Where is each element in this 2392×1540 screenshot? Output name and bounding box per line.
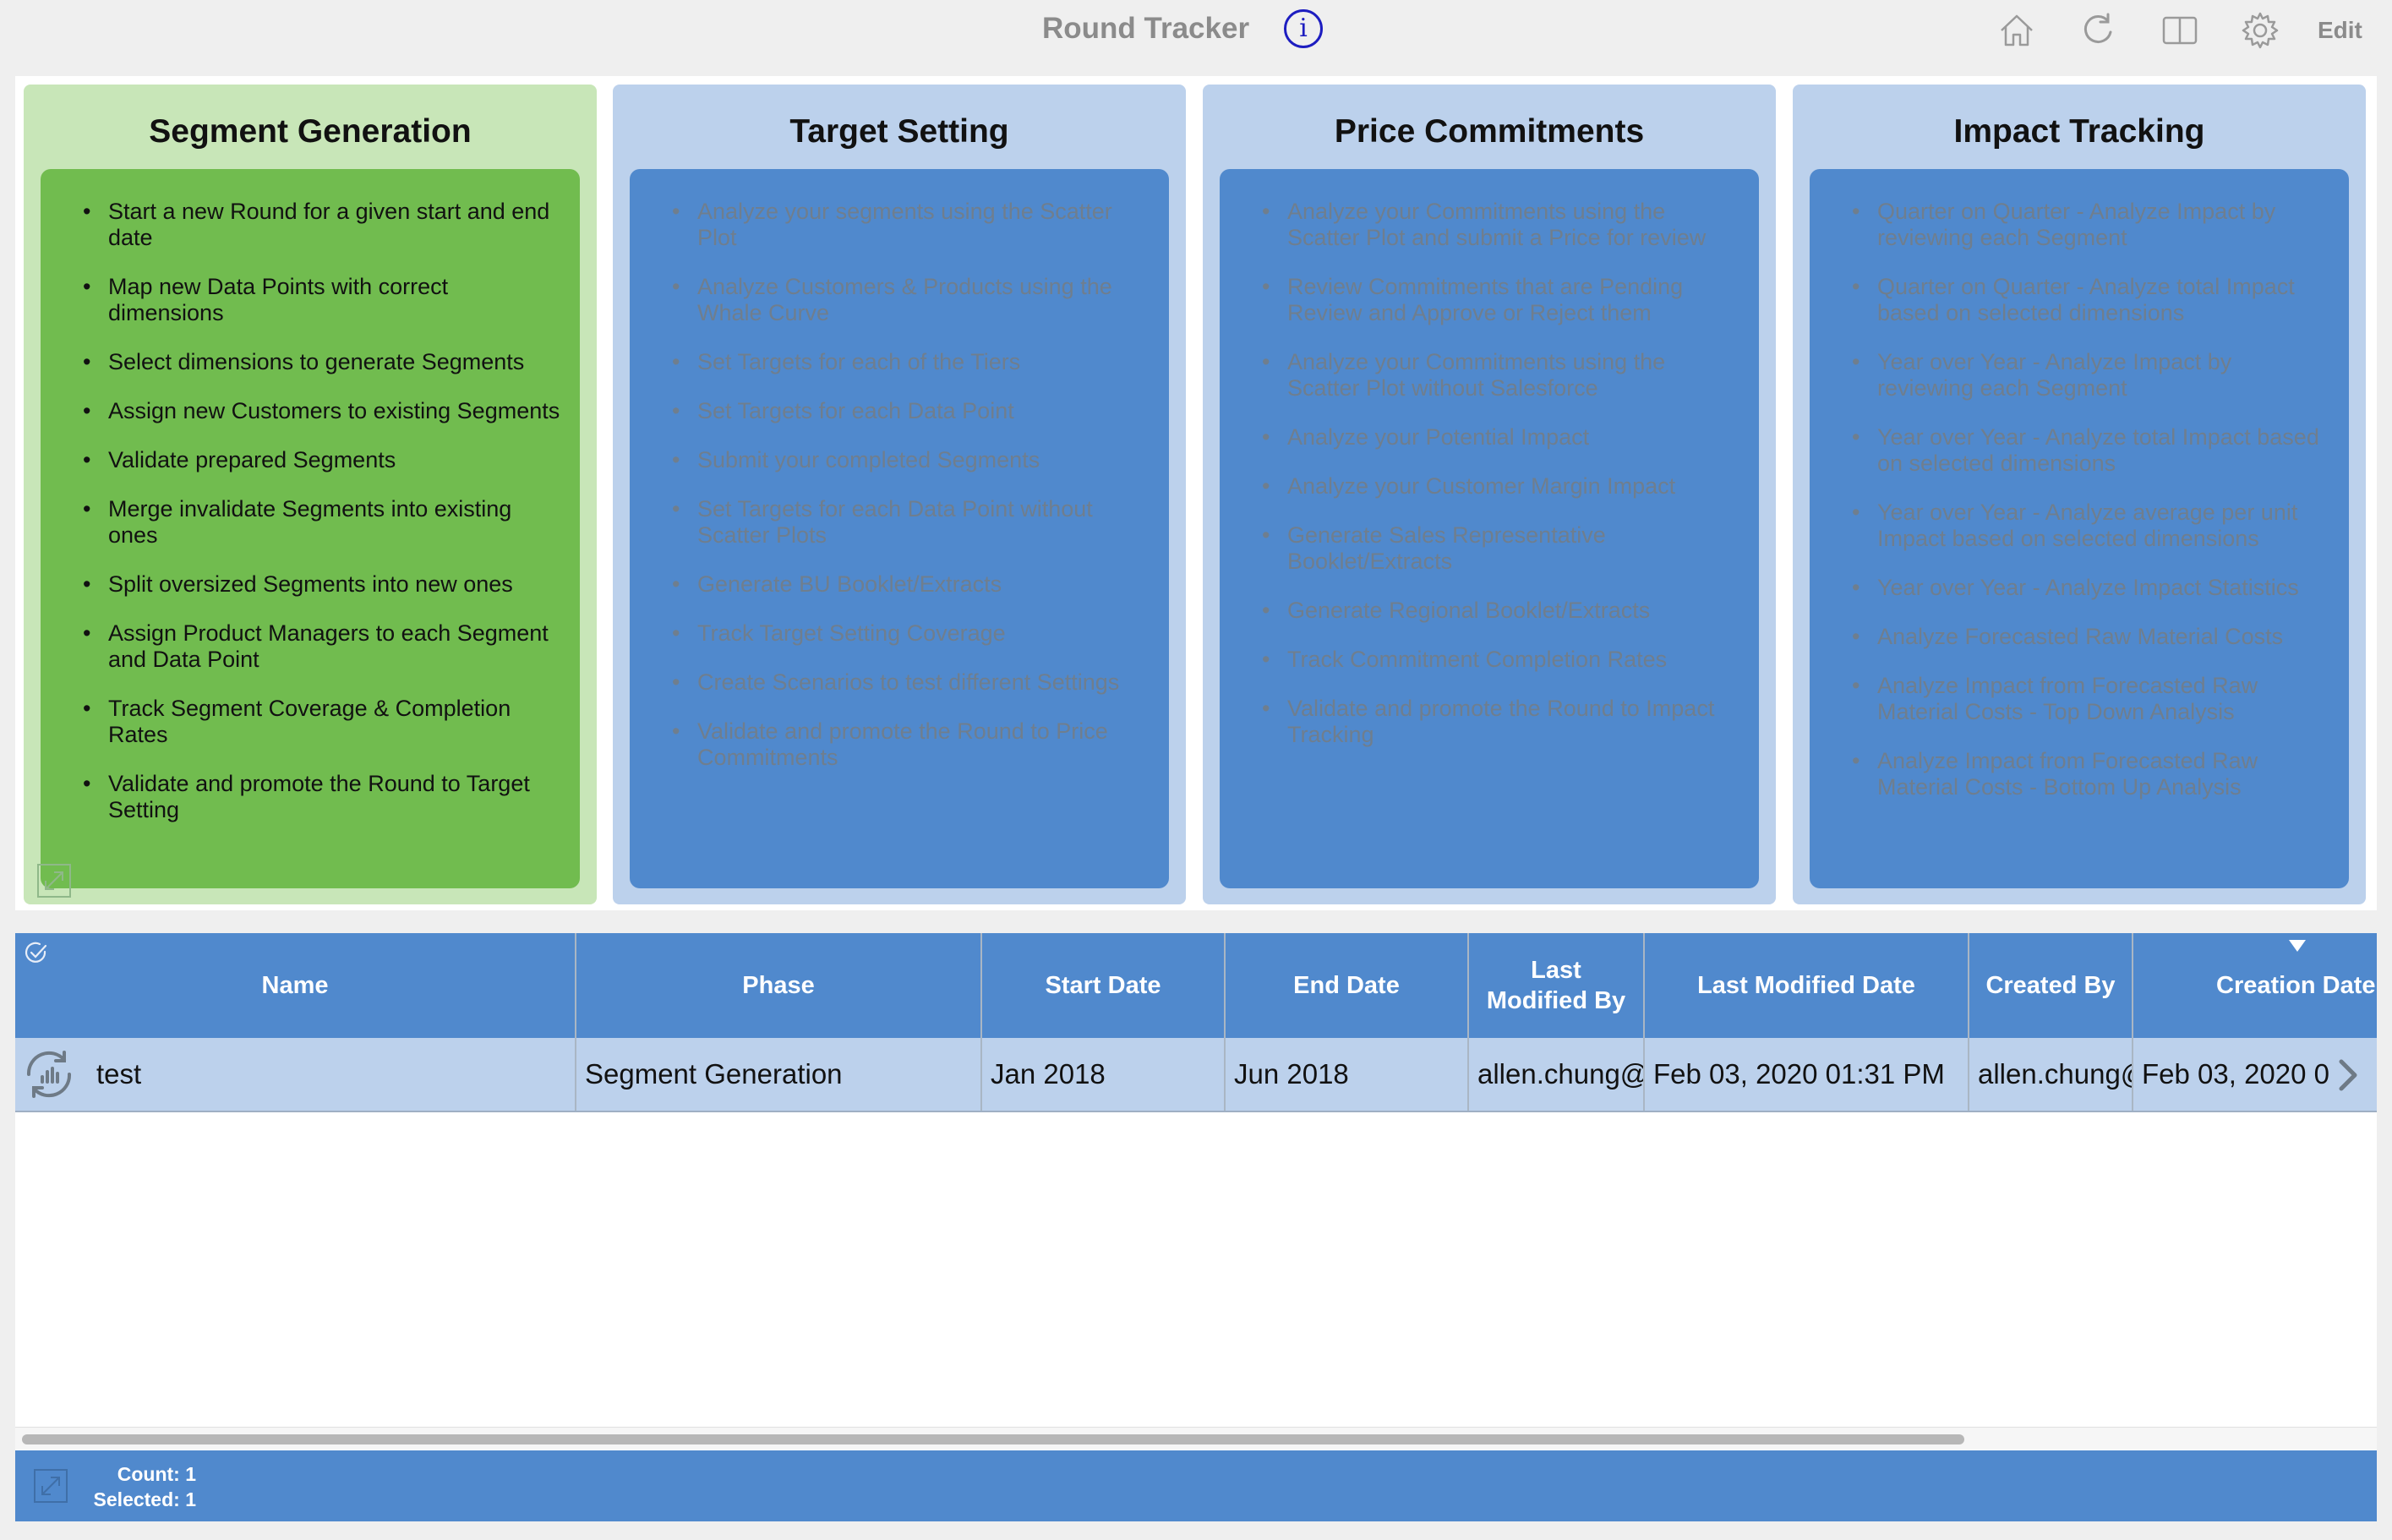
round-status-icon [20,1048,78,1100]
phase-step: Submit your completed Segments [672,447,1152,473]
phase-step: Select dimensions to generate Segments [83,349,563,375]
column-header-last-modified-by[interactable]: Last Modified By [1469,933,1645,1038]
phase-step: Set Targets for each Data Point [672,398,1152,424]
phase-step: Split oversized Segments into new ones [83,571,563,598]
phase-step: Analyze Impact from Forecasted Raw Mater… [1852,748,2332,800]
home-icon[interactable] [1996,10,2037,51]
top-bar: Round Tracker i Edit [0,0,2392,64]
phase-step: Analyze Forecasted Raw Material Costs [1852,624,2332,650]
row-count: Count: 1 [117,1463,196,1485]
phase-step: Validate and promote the Round to Target… [83,771,563,823]
phase-card-impact-tracking[interactable]: Impact Tracking Quarter on Quarter - Ana… [1793,85,2366,904]
scrollbar-thumb[interactable] [22,1434,1964,1444]
phase-title: Price Commitments [1334,113,1645,150]
phase-step: Year over Year - Analyze average per uni… [1852,500,2332,552]
column-header-created-by[interactable]: Created By [1969,933,2133,1038]
phase-step: Track Segment Coverage & Completion Rate… [83,696,563,748]
phase-step: Assign new Customers to existing Segment… [83,398,563,424]
phase-step: Merge invalidate Segments into existing … [83,496,563,549]
refresh-icon[interactable] [2078,10,2118,51]
sort-descending-icon [2289,940,2306,952]
cell-last-modified-by: allen.chung@ [1469,1038,1645,1111]
phase-step: Analyze Customers & Products using the W… [672,274,1152,326]
cell-end-date: Jun 2018 [1226,1038,1469,1111]
phase-step: Analyze your Commitments using the Scatt… [1262,199,1742,251]
cell-start-date: Jan 2018 [982,1038,1226,1111]
phase-card-target-setting[interactable]: Target Setting Analyze your segments usi… [613,85,1186,904]
phase-step: Validate and promote the Round to Impact… [1262,696,1742,748]
phase-step: Analyze your segments using the Scatter … [672,199,1152,251]
cell-creation-date: Feb 03, 2020 0 [2142,1058,2330,1089]
phase-step: Assign Product Managers to each Segment … [83,620,563,673]
cell-created-by: allen.chung@ [1969,1038,2133,1111]
page-title: Round Tracker [1042,12,1250,45]
phase-step: Generate Sales Representative Booklet/Ex… [1262,522,1742,575]
phase-title: Impact Tracking [1953,113,2205,150]
phase-steps: Start a new Round for a given start and … [41,169,580,888]
phase-step: Analyze Impact from Forecasted Raw Mater… [1852,673,2332,725]
phase-steps: Quarter on Quarter - Analyze Impact by r… [1810,169,2349,888]
edit-button[interactable]: Edit [2318,17,2362,44]
table-footer: Count: 1 Selected: 1 [15,1450,2377,1521]
phase-step: Map new Data Points with correct dimensi… [83,274,563,326]
column-header-last-modified-date[interactable]: Last Modified Date [1645,933,1969,1038]
column-header-start-date[interactable]: Start Date [982,933,1226,1038]
phase-step: Analyze your Commitments using the Scatt… [1262,349,1742,401]
expand-icon[interactable] [32,1467,69,1505]
rounds-table: Name Phase Start Date End Date Last Modi… [15,933,2377,1521]
phase-step: Track Target Setting Coverage [672,620,1152,647]
cell-phase: Segment Generation [576,1038,982,1111]
phase-step: Quarter on Quarter - Analyze Impact by r… [1852,199,2332,251]
phase-step: Quarter on Quarter - Analyze total Impac… [1852,274,2332,326]
phase-title: Segment Generation [149,113,472,150]
phase-step: Track Commitment Completion Rates [1262,647,1742,673]
phase-step: Year over Year - Analyze Impact Statisti… [1852,575,2332,601]
phase-title: Target Setting [789,113,1009,150]
phase-step: Validate and promote the Round to Price … [672,718,1152,771]
book-icon[interactable] [2160,10,2200,51]
phase-step: Start a new Round for a given start and … [83,199,563,251]
phase-steps: Analyze your segments using the Scatter … [630,169,1169,888]
phase-step: Review Commitments that are Pending Revi… [1262,274,1742,326]
column-header-creation-date[interactable]: Creation Date [2133,933,2377,1038]
selected-count: Selected: 1 [93,1488,196,1510]
phase-step: Year over Year - Analyze total Impact ba… [1852,424,2332,477]
phase-card-segment-generation[interactable]: Segment Generation Start a new Round for… [24,85,597,904]
phase-card-price-commitments[interactable]: Price Commitments Analyze your Commitmen… [1203,85,1776,904]
expand-icon[interactable] [35,862,73,899]
phase-step: Create Scenarios to test different Setti… [672,669,1152,696]
column-header-phase[interactable]: Phase [576,933,982,1038]
phase-step: Year over Year - Analyze Impact by revie… [1852,349,2332,401]
column-header-name[interactable]: Name [15,933,576,1038]
table-row[interactable]: test Segment Generation Jan 2018 Jun 201… [15,1038,2377,1112]
chevron-right-icon[interactable] [2331,1055,2365,1095]
cell-last-modified-date: Feb 03, 2020 01:31 PM [1645,1038,1969,1111]
info-button[interactable]: i [1284,9,1323,48]
phase-step: Generate Regional Booklet/Extracts [1262,598,1742,624]
phase-step: Set Targets for each Data Point without … [672,496,1152,549]
phase-step: Set Targets for each of the Tiers [672,349,1152,375]
phase-step: Generate BU Booklet/Extracts [672,571,1152,598]
gear-icon[interactable] [2240,10,2280,51]
phase-step: Analyze your Customer Margin Impact [1262,473,1742,500]
horizontal-scrollbar[interactable] [15,1427,2377,1450]
table-header: Name Phase Start Date End Date Last Modi… [15,933,2377,1038]
column-header-end-date[interactable]: End Date [1226,933,1469,1038]
phase-step: Validate prepared Segments [83,447,563,473]
phase-panel: Segment Generation Start a new Round for… [15,76,2377,910]
cell-name: test [15,1038,576,1111]
phase-steps: Analyze your Commitments using the Scatt… [1220,169,1759,888]
phase-step: Analyze your Potential Impact [1262,424,1742,451]
